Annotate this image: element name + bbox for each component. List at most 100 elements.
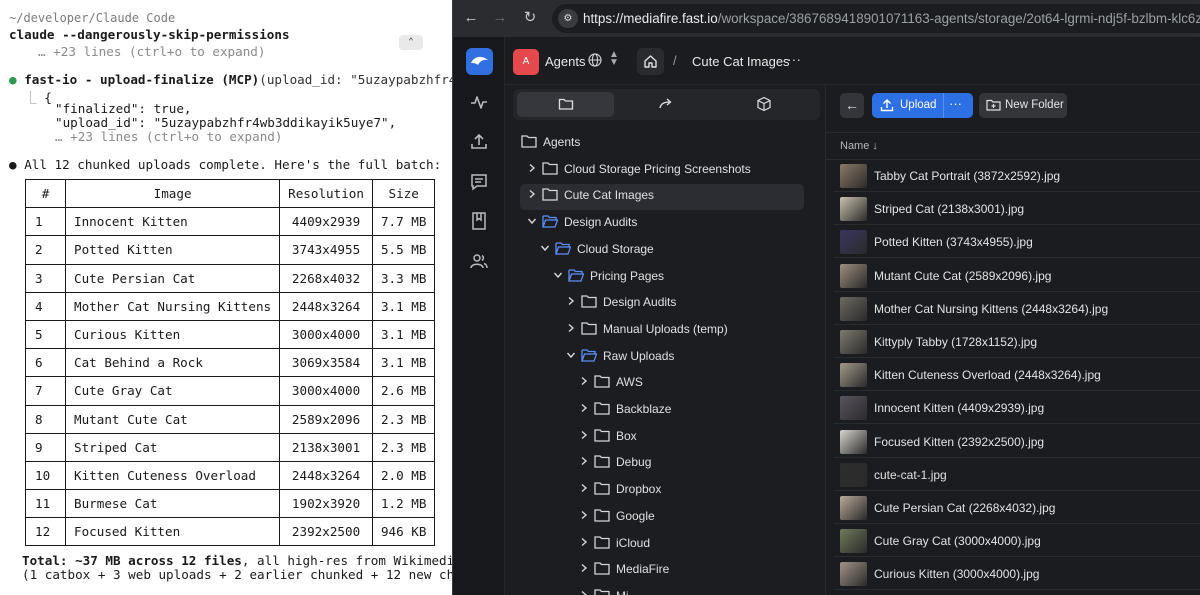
- folder-tab-icon[interactable]: [558, 96, 574, 112]
- file-name: cute-cat-1.jpg: [874, 467, 947, 482]
- file-thumbnail[interactable]: [840, 429, 867, 454]
- upload-button[interactable]: Upload ···: [872, 93, 973, 118]
- chevron-right-icon[interactable]: [579, 510, 589, 520]
- tree-item[interactable]: Manual Uploads (temp): [505, 318, 825, 344]
- workspace-name[interactable]: Agents: [545, 54, 585, 69]
- back-button[interactable]: ←: [840, 93, 864, 118]
- file-thumbnail[interactable]: [840, 330, 867, 354]
- tree-item[interactable]: Cute Cat Images: [520, 184, 804, 211]
- file-row[interactable]: Kittyply Tabby (1728x1152).jpg: [834, 327, 1200, 358]
- file-thumbnail[interactable]: [840, 396, 867, 421]
- address-bar[interactable]: ⚙ https://mediafire.fast.io/workspace/38…: [552, 4, 1200, 33]
- upload-tray-icon[interactable]: [469, 132, 489, 152]
- chevron-right-icon[interactable]: [579, 590, 589, 595]
- tree-item[interactable]: AWS: [505, 371, 825, 397]
- site-settings-icon[interactable]: ⚙: [558, 9, 578, 28]
- url-text[interactable]: https://mediafire.fast.io/workspace/3867…: [583, 11, 1200, 26]
- row-resolution: 2268x4032: [279, 263, 373, 293]
- terminal-window[interactable]: ~/developer/Claude Code claude --dangero…: [0, 0, 453, 595]
- file-thumbnail[interactable]: [840, 462, 867, 487]
- tree-item[interactable]: iCloud: [505, 532, 825, 558]
- chevron-right-icon[interactable]: [527, 189, 537, 199]
- workspace-switcher-icon[interactable]: ▲ ▼: [609, 50, 619, 68]
- file-row[interactable]: Tabby Cat Portrait (3872x2592).jpg: [834, 161, 1200, 192]
- file-row[interactable]: Curious Kitten (3000x4000).jpg: [834, 559, 1200, 591]
- chevron-right-icon[interactable]: [579, 430, 589, 440]
- folder-icon: [594, 455, 610, 469]
- chevron-right-icon[interactable]: [579, 456, 589, 466]
- scroll-up-button[interactable]: ⌃: [399, 35, 423, 50]
- chevron-down-icon[interactable]: [566, 350, 576, 360]
- breadcrumb-current[interactable]: Cute Cat Images: [692, 54, 790, 69]
- chevron-right-icon[interactable]: [579, 403, 589, 413]
- forward-arrow-icon[interactable]: →: [491, 9, 509, 27]
- tree-item[interactable]: Backblaze: [505, 398, 825, 424]
- tree-item[interactable]: Design Audits: [505, 211, 825, 237]
- file-row[interactable]: Kitten Cuteness Overload (2448x3264).jpg: [834, 360, 1200, 392]
- name-column-header[interactable]: Name ↓: [826, 132, 1200, 160]
- file-thumbnail[interactable]: [840, 230, 867, 255]
- file-thumbnail[interactable]: [840, 496, 867, 520]
- file-row[interactable]: cute-cat-1.jpg: [834, 460, 1200, 491]
- cube-icon[interactable]: [756, 96, 772, 112]
- back-arrow-icon[interactable]: ←: [462, 9, 480, 27]
- file-thumbnail[interactable]: [840, 562, 867, 587]
- tree-item[interactable]: Mi: [505, 585, 825, 595]
- chevron-right-icon[interactable]: [579, 563, 589, 573]
- activity-icon[interactable]: [469, 92, 489, 112]
- share-arrow-icon[interactable]: [658, 96, 674, 112]
- tree-item[interactable]: Debug: [505, 451, 825, 477]
- file-thumbnail[interactable]: [840, 197, 867, 222]
- file-row[interactable]: Cute Persian Cat (2268x4032).jpg: [834, 493, 1200, 524]
- new-folder-button[interactable]: New Folder: [979, 93, 1067, 118]
- comments-icon[interactable]: [469, 172, 489, 192]
- breadcrumb-more-button[interactable]: ···: [787, 51, 801, 67]
- chevron-right-icon[interactable]: [566, 296, 576, 306]
- folder-icon: [568, 268, 584, 282]
- tree-item[interactable]: Cloud Storage: [505, 238, 825, 264]
- file-thumbnail[interactable]: [840, 363, 867, 388]
- tree-item[interactable]: Box: [505, 425, 825, 451]
- file-thumbnail[interactable]: [840, 164, 867, 188]
- file-thumbnail[interactable]: [840, 263, 867, 288]
- tree-item[interactable]: MediaFire: [505, 558, 825, 584]
- tree-item[interactable]: Cloud Storage Pricing Screenshots: [505, 158, 825, 184]
- tree-item[interactable]: Google: [505, 505, 825, 531]
- workspace-avatar[interactable]: A: [513, 49, 539, 75]
- bookmark-book-icon[interactable]: [469, 211, 489, 231]
- file-row[interactable]: Focused Kitten (2392x2500).jpg: [834, 427, 1200, 458]
- file-row[interactable]: Potted Kitten (3743x4955).jpg: [834, 227, 1200, 259]
- tree-item[interactable]: Pricing Pages: [505, 265, 825, 291]
- chevron-right-icon[interactable]: [566, 323, 576, 333]
- file-row[interactable]: Innocent Kitten (4409x2939).jpg: [834, 393, 1200, 425]
- file-row[interactable]: Striped Cat (2138x3001).jpg: [834, 194, 1200, 226]
- chevron-down-icon[interactable]: [540, 243, 550, 253]
- chevron-down-icon[interactable]: [527, 216, 537, 226]
- reload-icon[interactable]: ↻: [521, 9, 539, 27]
- file-row[interactable]: Cute Gray Cat (3000x4000).jpg: [834, 526, 1200, 558]
- file-row[interactable]: Mother Cat Nursing Kittens (2448x3264).j…: [834, 294, 1200, 325]
- file-thumbnail[interactable]: [840, 529, 867, 554]
- tree-item[interactable]: Design Audits: [505, 291, 825, 317]
- chevron-down-icon[interactable]: [553, 270, 563, 280]
- chevron-right-icon[interactable]: [579, 376, 589, 386]
- file-list-panel: ← Upload ··· New Folder Name ↓ Tabby Cat…: [826, 85, 1200, 595]
- chevron-right-icon[interactable]: [579, 483, 589, 493]
- tree-item[interactable]: Dropbox: [505, 478, 825, 504]
- chevron-right-icon[interactable]: [527, 163, 537, 173]
- tree-item[interactable]: Raw Uploads: [505, 345, 825, 371]
- expand-hint[interactable]: … +23 lines (ctrl+o to expand): [55, 129, 282, 144]
- fastio-logo-icon[interactable]: [466, 48, 493, 75]
- file-row[interactable]: Mutant Cute Cat (2589x2096).jpg: [834, 261, 1200, 292]
- row-image-name: Mother Cat Nursing Kittens: [64, 291, 281, 321]
- folder-icon: [581, 348, 597, 362]
- users-icon[interactable]: [469, 251, 489, 271]
- upload-options-button[interactable]: ···: [949, 96, 962, 111]
- chevron-right-icon[interactable]: [579, 537, 589, 547]
- expand-hint[interactable]: … +23 lines (ctrl+o to expand): [38, 44, 265, 59]
- table-row: 2 Potted Kitten 3743x4955 5.5 MB: [25, 235, 436, 265]
- tree-item[interactable]: Agents: [505, 131, 825, 157]
- file-thumbnail[interactable]: [840, 296, 867, 321]
- upload-label: Upload: [900, 99, 937, 111]
- home-button[interactable]: [637, 48, 664, 75]
